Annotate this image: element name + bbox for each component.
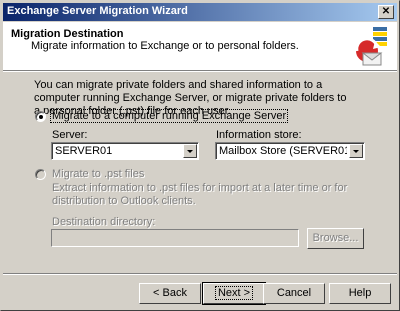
help-button[interactable]: Help	[329, 283, 391, 304]
back-button-label: < Back	[153, 287, 187, 299]
information-store-select[interactable]: Mailbox Store (SERVER01) Fir	[215, 142, 365, 160]
next-button-label: Next >	[214, 286, 254, 300]
information-store-label: Information store:	[216, 129, 302, 141]
radio-migrate-pst-label[interactable]: Migrate to .pst files	[52, 168, 144, 180]
radio-migrate-exchange-label[interactable]: Migrate to a computer running Exchange S…	[49, 109, 289, 123]
server-value: SERVER01	[55, 145, 113, 157]
page-subtitle: Migrate information to Exchange or to pe…	[31, 40, 299, 52]
back-button[interactable]: < Back	[139, 283, 201, 304]
migration-wizard-icon	[355, 27, 387, 66]
radio-migrate-pst[interactable]	[35, 169, 46, 180]
destination-directory-label: Destination directory:	[52, 216, 156, 228]
title-bar[interactable]: Exchange Server Migration Wizard ✕	[3, 3, 397, 21]
information-store-value: Mailbox Store (SERVER01) Fir	[219, 145, 347, 157]
chevron-down-icon[interactable]	[349, 144, 363, 158]
window-title: Exchange Server Migration Wizard	[7, 5, 188, 17]
close-button[interactable]: ✕	[378, 5, 394, 19]
cancel-button-label: Cancel	[276, 287, 312, 299]
radio-migrate-exchange[interactable]	[35, 111, 46, 122]
server-select[interactable]: SERVER01	[51, 142, 199, 160]
wizard-window: Exchange Server Migration Wizard ✕ Migra…	[0, 0, 400, 311]
wizard-header: Migration Destination Migrate informatio…	[3, 22, 397, 70]
next-button[interactable]: Next >	[202, 282, 266, 305]
server-label: Server:	[52, 129, 88, 141]
destination-directory-input[interactable]	[51, 229, 299, 247]
pst-description: Extract information to .pst files for im…	[52, 182, 348, 207]
footer-divider	[3, 273, 397, 275]
header-divider	[3, 70, 397, 72]
page-title: Migration Destination	[11, 28, 124, 40]
help-button-label: Help	[348, 287, 372, 299]
cancel-button[interactable]: Cancel	[263, 283, 325, 304]
chevron-down-icon[interactable]	[183, 144, 197, 158]
close-icon: ✕	[381, 6, 391, 17]
browse-button[interactable]: Browse...	[307, 228, 364, 249]
